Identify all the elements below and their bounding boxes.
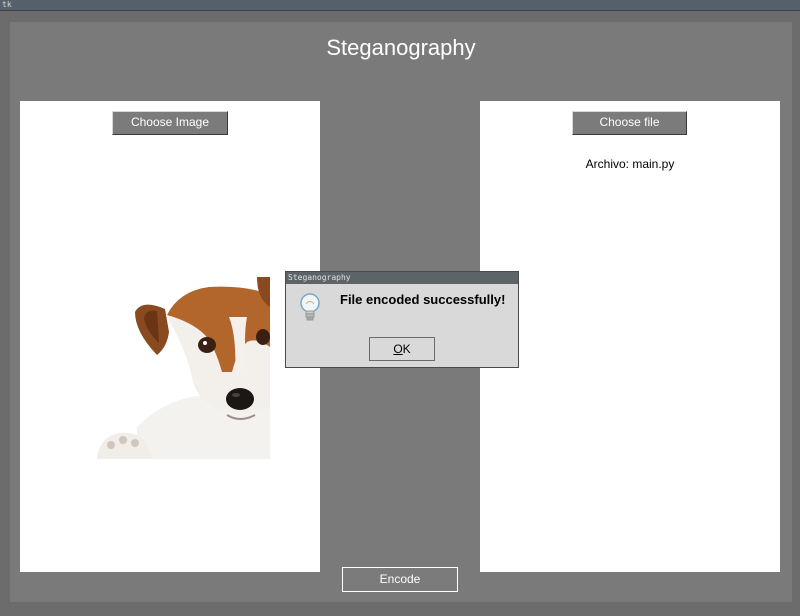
window-titlebar: tk [0,0,800,11]
choose-file-button[interactable]: Choose file [572,111,687,135]
encode-button[interactable]: Encode [342,567,458,592]
ok-button[interactable]: OK [369,337,435,361]
image-panel: Choose Image [20,101,320,572]
message-dialog: Steganography File encoded successfully!… [285,271,519,368]
choose-image-button[interactable]: Choose Image [112,111,228,135]
selected-file-label: Archivo: main.py [585,157,675,171]
ok-label: K [402,342,411,356]
ok-mnemonic: O [393,342,403,356]
dog-image [97,277,270,459]
lightbulb-icon [300,293,320,321]
dialog-message: File encoded successfully! [340,292,506,307]
window-title: tk [2,0,12,9]
file-panel: Choose file Archivo: main.py [480,101,780,572]
app-title: Steganography [326,35,476,60]
dialog-title: Steganography [286,272,518,284]
